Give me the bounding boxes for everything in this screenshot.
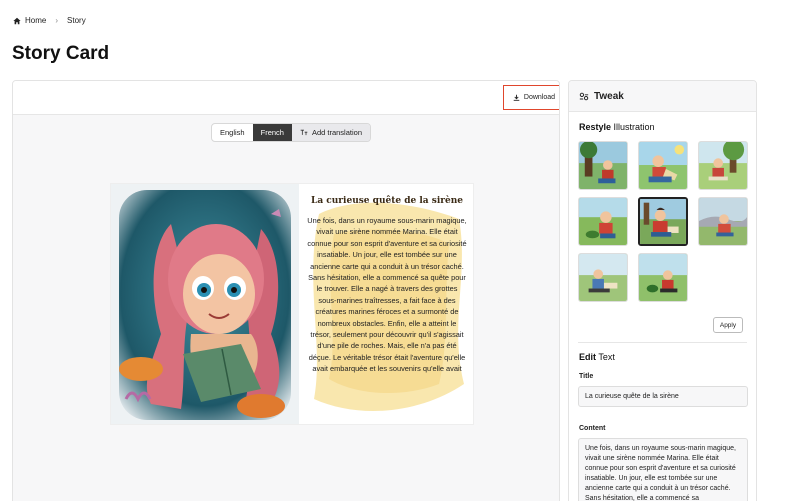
add-translation-button[interactable]: Add translation bbox=[291, 124, 370, 141]
title-field-label: Title bbox=[579, 373, 594, 380]
page-title: Story Card bbox=[12, 43, 110, 64]
breadcrumb-home[interactable]: Home bbox=[25, 16, 46, 25]
thumbnail-5[interactable] bbox=[638, 197, 688, 246]
language-tabs: English French Add translation bbox=[211, 123, 371, 142]
thumbnail-4[interactable] bbox=[578, 197, 628, 246]
chevron-right-icon: › bbox=[55, 16, 59, 25]
tab-english[interactable]: English bbox=[212, 124, 253, 141]
thumbnail-6[interactable] bbox=[698, 197, 748, 246]
download-icon bbox=[513, 94, 520, 101]
section-divider bbox=[578, 342, 747, 343]
thumbnail-1[interactable] bbox=[578, 141, 628, 190]
tweak-title: Tweak bbox=[594, 90, 624, 102]
breadcrumb: Home › Story bbox=[13, 16, 86, 25]
restyle-bold: Restyle bbox=[579, 122, 612, 132]
download-button[interactable]: Download bbox=[503, 85, 559, 110]
tab-french[interactable]: French bbox=[252, 124, 292, 141]
edit-rest: Text bbox=[598, 352, 615, 362]
edit-bold: Edit bbox=[579, 352, 596, 362]
story-body: Une fois, dans un royaume sous-marin mag… bbox=[307, 216, 467, 374]
tweak-header: Tweak bbox=[569, 81, 756, 112]
story-title: La curieuse quête de la sirène bbox=[310, 196, 463, 206]
download-label: Download bbox=[523, 94, 556, 101]
thumbnail-2[interactable] bbox=[638, 141, 688, 190]
content-field-label: Content bbox=[579, 425, 606, 432]
home-icon bbox=[13, 17, 21, 24]
restyle-rest: Illustration bbox=[613, 122, 655, 132]
title-input[interactable]: La curieuse quête de la sirène bbox=[578, 386, 748, 407]
apply-button[interactable]: Apply bbox=[713, 317, 743, 333]
preview-toolbar: Download bbox=[13, 81, 559, 115]
edit-section-title: Edit Text bbox=[579, 352, 615, 362]
text-translate-icon bbox=[300, 129, 308, 136]
illustration-thumbnails bbox=[578, 141, 750, 302]
thumbnail-7[interactable] bbox=[578, 253, 628, 302]
breadcrumb-current[interactable]: Story bbox=[67, 16, 86, 25]
preview-panel: Download English French Add translation bbox=[12, 80, 560, 501]
story-text-block: La curieuse quête de la sirène Une fois,… bbox=[299, 184, 473, 424]
thumbnail-3[interactable] bbox=[698, 141, 748, 190]
story-card: La curieuse quête de la sirène Une fois,… bbox=[110, 183, 474, 425]
content-textarea[interactable]: Une fois, dans un royaume sous-marin mag… bbox=[578, 438, 748, 501]
tweak-icon bbox=[579, 92, 589, 100]
mermaid-illustration bbox=[111, 184, 299, 424]
thumbnail-8[interactable] bbox=[638, 253, 688, 302]
add-translation-label: Add translation bbox=[311, 128, 362, 137]
restyle-section-title: Restyle Illustration bbox=[579, 122, 655, 132]
tweak-panel: Tweak Restyle Illustration Apply Edit Te… bbox=[568, 80, 757, 501]
